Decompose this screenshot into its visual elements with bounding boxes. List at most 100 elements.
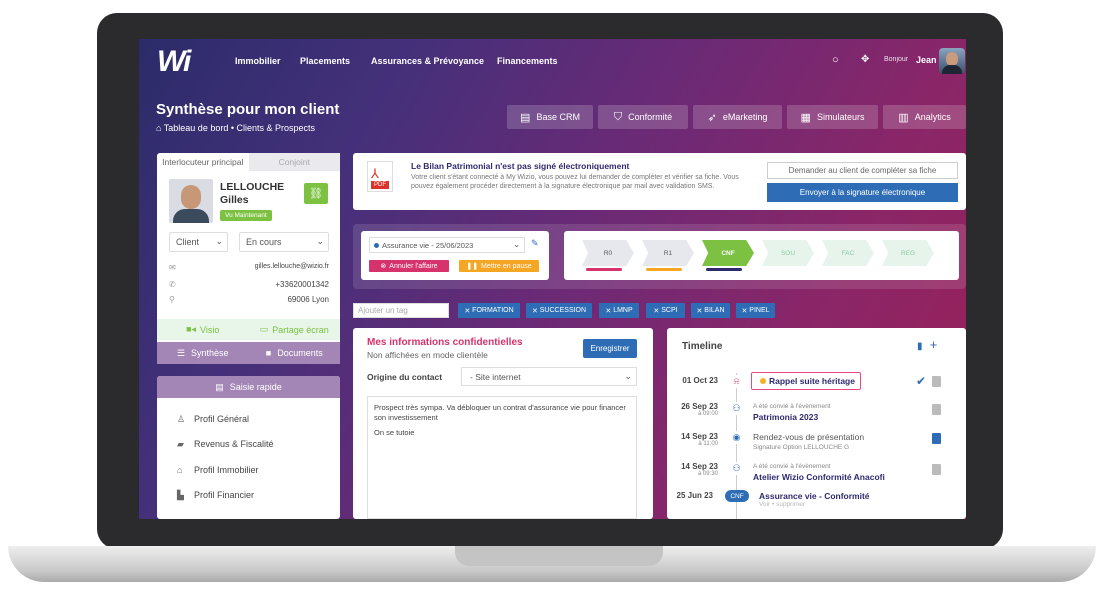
communication-bar: ■◂ Visio ▭ Partage écran (157, 319, 340, 340)
visio-button[interactable]: ■◂ Visio (157, 319, 249, 340)
pdf-export-icon[interactable]: ▮ (917, 341, 923, 352)
toolbar-label: Conformité (628, 112, 673, 122)
alert-description: Votre client s'étant connecté à My Wizio… (411, 174, 739, 190)
contact-tabs: Interlocuteur principal Conjoint (157, 153, 340, 171)
group-icon: ⚇ (730, 462, 743, 475)
contact-type-value: Client (176, 237, 200, 247)
step-r1-indicator (646, 268, 682, 271)
event-date-text: 14 Sep 23 (681, 432, 718, 441)
confidential-title: Mes informations confidentielles (367, 337, 523, 348)
event-subtitle: A été convié à l'évènement (753, 463, 831, 470)
synthese-tab[interactable]: ☰ Synthèse (157, 342, 249, 364)
contact-last-name: LELLOUCHE (220, 181, 285, 193)
origin-select[interactable]: - Site internet ⌄ (461, 367, 637, 386)
remove-tag-icon[interactable]: ✕ (741, 307, 747, 315)
remove-tag-icon[interactable]: ✕ (532, 307, 538, 315)
document-icon[interactable] (932, 376, 941, 387)
event-title[interactable]: Rendez-vous de présentation (753, 432, 864, 442)
tag-label: FORMATION (472, 307, 514, 314)
tab-conjoint[interactable]: Conjoint (248, 153, 340, 171)
user-name[interactable]: Jean (916, 55, 937, 65)
remove-tag-icon[interactable]: ✕ (605, 307, 611, 315)
step-cnf[interactable]: CNF (702, 240, 754, 266)
step-sou[interactable]: SOU (762, 240, 814, 266)
notes-textarea[interactable]: Prospect très sympa. Va débloquer un con… (367, 396, 637, 519)
breadcrumb[interactable]: ⌂ Tableau de bord • Clients & Prospects (156, 123, 315, 133)
toolbar-analytics[interactable]: ▥ Analytics (883, 105, 966, 129)
event-actions[interactable]: Voir • supprimer (759, 501, 805, 508)
event-title[interactable]: Atelier Wizio Conformité Anacofi (753, 472, 885, 482)
documents-tab[interactable]: ■ Documents (249, 342, 341, 364)
search-icon[interactable]: ○ (832, 54, 839, 66)
chart-icon: ▥ (898, 111, 909, 124)
nav-assurances[interactable]: Assurances & Prévoyance (371, 56, 484, 66)
apps-icon[interactable]: ✥ (861, 54, 869, 65)
toolbar-conformite[interactable]: ⛉ Conformité (598, 105, 688, 129)
tag-label: LMNP (613, 307, 633, 314)
pencil-icon[interactable]: ✎ (531, 238, 539, 249)
user-avatar[interactable] (939, 48, 965, 74)
cancel-deal-button[interactable]: ⊗ Annuler l'affaire (369, 260, 449, 272)
step-reg[interactable]: REG (882, 240, 934, 266)
step-r0[interactable]: R0 (582, 240, 634, 266)
add-icon[interactable]: + (930, 337, 938, 352)
tag-formation[interactable]: ✕ FORMATION (458, 303, 520, 318)
remove-tag-icon[interactable]: ✕ (653, 307, 659, 315)
origin-value: - Site internet (470, 371, 521, 382)
event-date-text: 14 Sep 23 (681, 462, 718, 471)
tag-succession[interactable]: ✕ SUCCESSION (526, 303, 592, 318)
wizio-logo[interactable]: Wi (157, 45, 191, 79)
link-button[interactable]: ⛓ (304, 183, 328, 204)
event-title[interactable]: Assurance vie - Conformité (759, 491, 870, 501)
toolbar-base-crm[interactable]: ▤ Base CRM (507, 105, 593, 129)
deal-select[interactable]: Assurance vie - 25/06/2023 ⌄ (369, 237, 525, 253)
document-icon[interactable] (932, 433, 941, 444)
pause-icon: ❚❚ (466, 263, 479, 270)
check-icon[interactable]: ✔ (916, 374, 926, 388)
tag-scpi[interactable]: ✕ SCPI (646, 303, 685, 318)
contact-type-select[interactable]: Client ⌄ (169, 232, 228, 252)
pause-deal-button[interactable]: ❚❚ Mettre en pause (459, 260, 539, 272)
remove-tag-icon[interactable]: ✕ (464, 307, 470, 315)
timeline-title: Timeline (682, 341, 723, 352)
circle-icon: ◉ (730, 431, 743, 444)
nav-immobilier[interactable]: Immobilier (235, 56, 281, 66)
monitor-icon: ▭ (259, 324, 269, 334)
chevron-down-icon: ⌄ (215, 236, 223, 246)
add-tag-input[interactable]: Ajouter un tag (353, 303, 449, 318)
document-icon[interactable] (932, 404, 941, 415)
event-title[interactable]: Patrimonia 2023 (753, 412, 818, 422)
form-icon: ▤ (215, 381, 224, 392)
profil-immobilier-label: Profil Immobilier (194, 465, 259, 475)
ask-client-button[interactable]: Demander au client de compléter sa fiche (767, 162, 958, 179)
step-r1[interactable]: R1 (642, 240, 694, 266)
toolbar-simulateurs[interactable]: ▦ Simulateurs (787, 105, 878, 129)
cnf-badge: CNF (725, 490, 749, 502)
step-fac[interactable]: FAC (822, 240, 874, 266)
tag-lmnp[interactable]: ✕ LMNP (599, 303, 639, 318)
remove-tag-icon[interactable]: ✕ (696, 307, 702, 315)
revenus-fiscalite-label: Revenus & Fiscalité (194, 439, 274, 449)
toolbar-emarketing[interactable]: ➶ eMarketing (693, 105, 782, 129)
contact-phone[interactable]: +33620001342 (275, 280, 329, 289)
event-time: à 09:30 (697, 471, 718, 477)
document-icon[interactable] (932, 464, 941, 475)
screen-share-button[interactable]: ▭ Partage écran (249, 319, 341, 340)
save-button[interactable]: Enregistrer (583, 339, 637, 358)
cancel-deal-label: Annuler l'affaire (389, 262, 438, 270)
event-subtitle: Signature Option LELLOUCHE G (753, 444, 850, 451)
tag-pinel[interactable]: ✕ PINEL (736, 303, 775, 318)
contact-email[interactable]: gilles.lellouche@wizio.fr (255, 263, 329, 270)
nav-placements[interactable]: Placements (300, 56, 350, 66)
breadcrumb-text[interactable]: Tableau de bord • Clients & Prospects (164, 123, 315, 133)
tab-interlocuteur-principal[interactable]: Interlocuteur principal (157, 153, 249, 171)
event-date: 26 Sep 23 à 09:00 (681, 402, 718, 417)
send-signature-button[interactable]: Envoyer à la signature électronique (767, 183, 958, 202)
reminder-event[interactable]: Rappel suite héritage (751, 372, 861, 390)
tag-bilan[interactable]: ✕ BILAN (691, 303, 730, 318)
home-icon[interactable]: ⌂ (156, 123, 161, 133)
bell-icon: ⍾ (730, 375, 743, 388)
contact-status-select[interactable]: En cours ⌄ (239, 232, 329, 252)
laptop-mockup: Wi Immobilier Placements Assurances & Pr… (0, 0, 1099, 590)
nav-financements[interactable]: Financements (497, 56, 558, 66)
